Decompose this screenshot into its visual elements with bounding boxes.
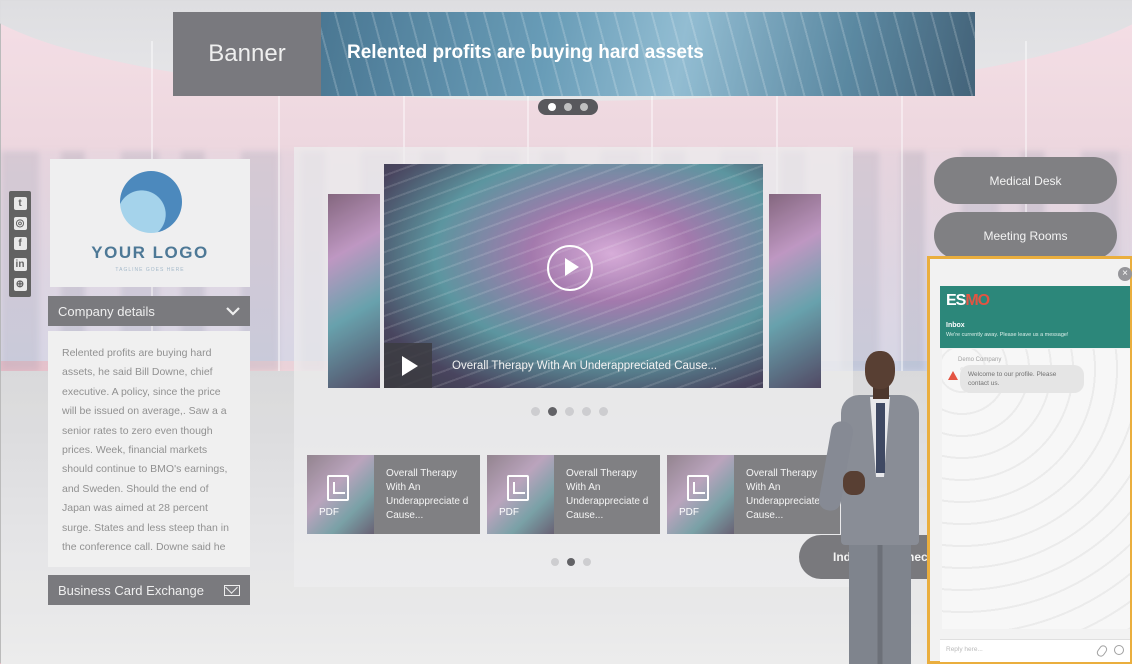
pdf-icon bbox=[327, 475, 349, 501]
chat-reply-placeholder: Reply here... bbox=[946, 646, 983, 653]
social-bar: t ◎ f in ⊕ bbox=[9, 191, 31, 297]
chat-messages: Demo Company Welcome to our profile. Ple… bbox=[942, 349, 1130, 629]
carousel-dot[interactable] bbox=[551, 558, 559, 566]
banner-tab-label: Banner bbox=[173, 12, 321, 96]
carousel-dot[interactable] bbox=[599, 407, 608, 416]
chat-subtitle: We're currently away. Please leave us a … bbox=[946, 332, 1069, 338]
carousel-dot[interactable] bbox=[580, 103, 588, 111]
carousel-dot[interactable] bbox=[582, 407, 591, 416]
previous-video-thumbnail[interactable] bbox=[328, 194, 380, 388]
banner-headline: Relented profits are buying hard assets bbox=[347, 42, 704, 63]
play-button[interactable] bbox=[384, 343, 432, 388]
booth-frame: Banner Relented profits are buying hard … bbox=[0, 0, 1132, 664]
chat-brand-logo: ESMO bbox=[946, 292, 990, 309]
carousel-dot[interactable] bbox=[583, 558, 591, 566]
pdf-label: PDF bbox=[319, 507, 339, 518]
video-title: Overall Therapy With An Underappreciated… bbox=[452, 359, 718, 372]
document-list: PDF Overall Therapy With An Underappreci… bbox=[307, 455, 840, 534]
attachment-icon[interactable] bbox=[1095, 643, 1109, 659]
booth-host-avatar bbox=[817, 351, 935, 664]
globe-icon[interactable]: ⊕ bbox=[13, 278, 27, 292]
chevron-down-icon[interactable] bbox=[226, 304, 240, 319]
facebook-icon[interactable]: f bbox=[13, 237, 27, 251]
document-card[interactable]: PDF Overall Therapy With An Underappreci… bbox=[487, 455, 660, 534]
carousel-dot[interactable] bbox=[548, 103, 556, 111]
banner[interactable]: Banner Relented profits are buying hard … bbox=[173, 12, 975, 96]
document-card[interactable]: PDF Overall Therapy With An Underappreci… bbox=[667, 455, 840, 534]
chat-widget[interactable]: × ESMO Inbox We're currently away. Pleas… bbox=[927, 256, 1132, 664]
close-icon[interactable]: × bbox=[1118, 267, 1132, 281]
pdf-icon bbox=[507, 475, 529, 501]
banner-image[interactable]: Relented profits are buying hard assets bbox=[321, 12, 975, 96]
instagram-icon[interactable]: ◎ bbox=[13, 217, 27, 231]
carousel-dot[interactable] bbox=[548, 407, 557, 416]
company-details-header[interactable]: Company details bbox=[48, 296, 250, 326]
document-thumbnail: PDF bbox=[667, 455, 734, 534]
pdf-icon bbox=[687, 475, 709, 501]
business-card-label: Business Card Exchange bbox=[58, 582, 204, 598]
document-thumbnail: PDF bbox=[307, 455, 374, 534]
document-card[interactable]: PDF Overall Therapy With An Underappreci… bbox=[307, 455, 480, 534]
emoji-icon[interactable] bbox=[1114, 645, 1124, 655]
company-details-label: Company details bbox=[58, 303, 155, 319]
sender-avatar-icon bbox=[948, 371, 958, 380]
chat-sender-name: Demo Company bbox=[958, 357, 1002, 363]
video-carousel-dots[interactable] bbox=[531, 407, 608, 416]
twitter-icon[interactable]: t bbox=[13, 196, 27, 210]
chat-title: Inbox bbox=[946, 322, 965, 329]
pdf-label: PDF bbox=[679, 507, 699, 518]
video-caption-bar: Overall Therapy With An Underappreciated… bbox=[384, 343, 763, 388]
linkedin-icon[interactable]: in bbox=[13, 257, 27, 271]
chat-message: Welcome to our profile. Please contact u… bbox=[960, 365, 1084, 393]
carousel-dot[interactable] bbox=[565, 407, 574, 416]
chat-reply-input[interactable]: Reply here... bbox=[940, 639, 1130, 662]
play-icon[interactable] bbox=[547, 245, 593, 291]
logo-mark-icon bbox=[120, 171, 182, 233]
carousel-dot[interactable] bbox=[567, 558, 575, 566]
next-video-thumbnail[interactable] bbox=[769, 194, 821, 388]
medical-desk-button[interactable]: Medical Desk bbox=[934, 157, 1117, 204]
mail-icon bbox=[224, 584, 240, 596]
logo-tagline: TAGLINE GOES HERE bbox=[115, 267, 185, 273]
banner-carousel-dots[interactable] bbox=[538, 99, 598, 115]
video-player[interactable]: Overall Therapy With An Underappreciated… bbox=[384, 164, 763, 388]
meeting-rooms-button[interactable]: Meeting Rooms bbox=[934, 212, 1117, 259]
pdf-label: PDF bbox=[499, 507, 519, 518]
document-title: Overall Therapy With An Underappreciate … bbox=[566, 468, 649, 521]
chat-header: ESMO Inbox We're currently away. Please … bbox=[940, 286, 1130, 348]
document-thumbnail: PDF bbox=[487, 455, 554, 534]
logo-name: YOUR LOGO bbox=[91, 243, 209, 262]
business-card-exchange-button[interactable]: Business Card Exchange bbox=[48, 575, 250, 605]
document-title: Overall Therapy With An Underappreciate … bbox=[386, 468, 469, 521]
carousel-dot[interactable] bbox=[531, 407, 540, 416]
company-details-text: Relented profits are buying hard assets,… bbox=[48, 331, 250, 567]
logo-card: YOUR LOGO TAGLINE GOES HERE bbox=[50, 159, 250, 287]
document-carousel-dots[interactable] bbox=[551, 558, 591, 566]
carousel-dot[interactable] bbox=[564, 103, 572, 111]
